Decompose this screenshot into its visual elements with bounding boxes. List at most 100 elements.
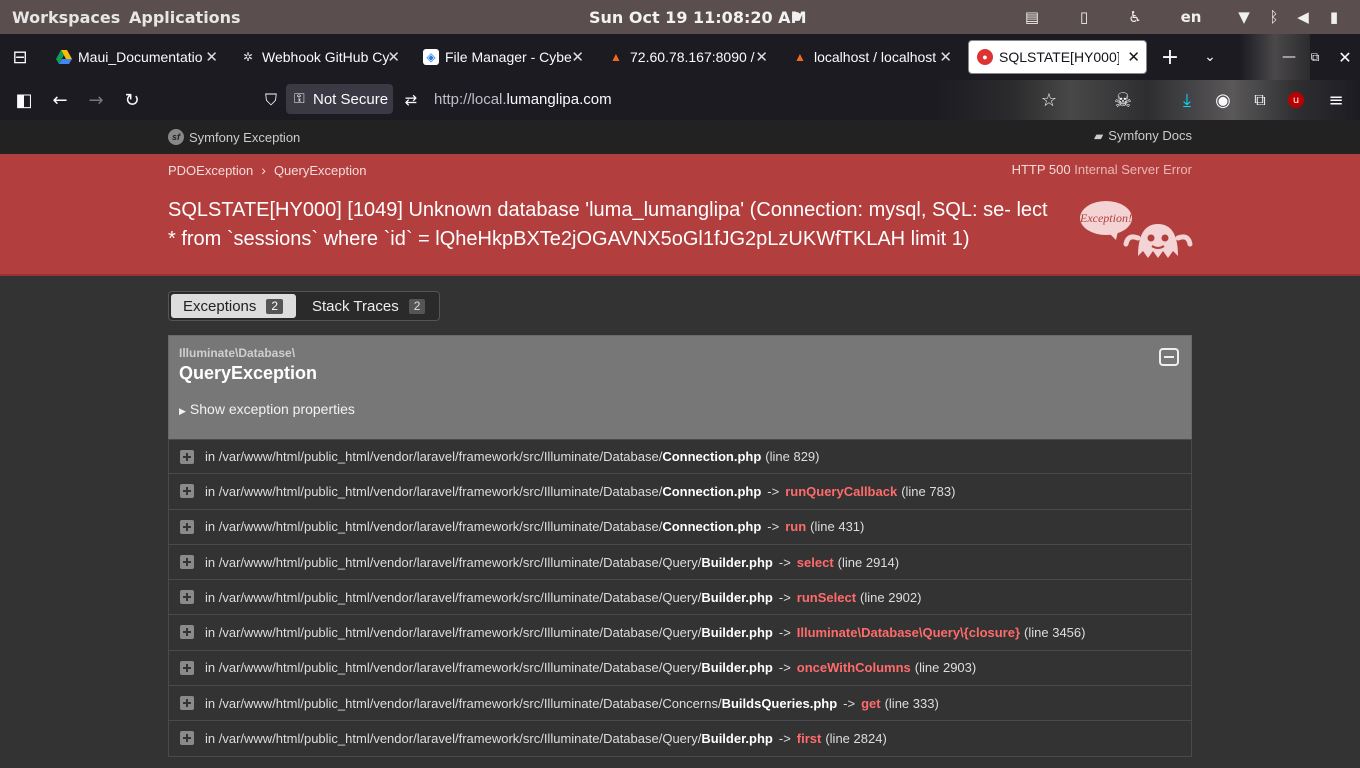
symfony-header: sf Symfony Exception ▰ Symfony Docs bbox=[0, 120, 1360, 154]
trace-row[interactable]: in /var/www/html/public_html/vendor/lara… bbox=[168, 509, 1192, 545]
clipboard-icon[interactable]: ▯ bbox=[1074, 6, 1094, 28]
list-tabs-chevron-down-icon[interactable]: ⌄ bbox=[1199, 46, 1221, 68]
sidebar-toggle-icon[interactable]: ◧ bbox=[13, 89, 35, 111]
tab-phpmyadmin[interactable]: ▲ localhost / localhost ✕ bbox=[792, 40, 954, 74]
language-indicator[interactable]: en bbox=[1179, 6, 1203, 28]
exception-namespace: Illuminate\Database\ bbox=[179, 346, 296, 360]
trace-line: (line 431) bbox=[810, 519, 865, 535]
expand-plus-icon[interactable] bbox=[180, 660, 194, 675]
exception-trace-header: Illuminate\Database\ QueryException ▶ Sho… bbox=[168, 335, 1192, 439]
close-tab-icon[interactable]: ✕ bbox=[387, 48, 400, 66]
new-tab-icon[interactable]: + bbox=[1159, 45, 1181, 70]
http-status: HTTP 500 Internal Server Error bbox=[1011, 162, 1192, 177]
stack-trace-list: in /var/www/html/public_html/vendor/lara… bbox=[168, 439, 1192, 757]
workspaces-menu[interactable]: Workspaces bbox=[12, 8, 120, 27]
trace-row[interactable]: in /var/www/html/public_html/vendor/lara… bbox=[168, 686, 1192, 722]
symfony-ghost-icon: ● bbox=[977, 49, 993, 65]
trace-line: (line 829) bbox=[765, 449, 820, 465]
trace-row[interactable]: in /var/www/html/public_html/vendor/lara… bbox=[168, 474, 1192, 510]
phpmyadmin-icon: ▲ bbox=[794, 50, 806, 64]
expand-plus-icon[interactable] bbox=[180, 696, 194, 711]
minimize-window-icon[interactable]: — bbox=[1278, 46, 1300, 68]
breadcrumb-item: PDOException bbox=[168, 162, 254, 178]
trace-file: Builder.php bbox=[701, 660, 773, 676]
reload-icon[interactable]: ↻ bbox=[121, 89, 143, 111]
tab-exceptions[interactable]: Exceptions 2 bbox=[171, 294, 296, 318]
exception-class: QueryException bbox=[179, 363, 318, 383]
tab-webhook-github[interactable]: ✲ Webhook GitHub Cy ✕ bbox=[240, 40, 402, 74]
cyberpanel-icon: ▲ bbox=[610, 50, 622, 64]
trace-path: in /var/www/html/public_html/vendor/lara… bbox=[205, 554, 702, 570]
notification-dot-icon bbox=[792, 12, 801, 21]
close-tab-icon[interactable]: ✕ bbox=[1127, 48, 1140, 66]
trace-file: Builder.php bbox=[701, 731, 773, 747]
screen-icon[interactable]: ▤ bbox=[1022, 6, 1042, 28]
permissions-icon[interactable]: ⇄ bbox=[400, 89, 422, 111]
trace-line: (line 3456) bbox=[1024, 625, 1086, 641]
trace-text: in /var/www/html/public_html/vendor/lara… bbox=[205, 696, 939, 711]
battery-icon[interactable]: ▮ bbox=[1324, 6, 1344, 28]
close-tab-icon[interactable]: ✕ bbox=[571, 48, 584, 66]
exception-ghost-icon: Exception! bbox=[1079, 201, 1193, 258]
trace-path: in /var/www/html/public_html/vendor/lara… bbox=[205, 695, 722, 711]
trace-row[interactable]: in /var/www/html/public_html/vendor/lara… bbox=[168, 615, 1192, 651]
expand-plus-icon[interactable] bbox=[180, 731, 194, 746]
trace-row[interactable]: in /var/www/html/public_html/vendor/lara… bbox=[168, 721, 1192, 757]
not-secure-indicator[interactable]: ⚿ Not Secure bbox=[286, 84, 393, 114]
exception-content: Exceptions 2 Stack Traces 2 Illuminate\D… bbox=[0, 276, 1360, 768]
tab-cyberpanel-ip[interactable]: ▲ 72.60.78.167:8090 / ✕ bbox=[608, 40, 770, 74]
clock[interactable]: Sun Oct 19 11:08:20 AM bbox=[589, 8, 806, 27]
forward-arrow-icon[interactable]: → bbox=[85, 89, 107, 111]
expand-plus-icon[interactable] bbox=[180, 519, 194, 534]
account-icon[interactable]: ◉ bbox=[1212, 89, 1234, 111]
back-arrow-icon[interactable]: ← bbox=[49, 89, 71, 111]
expand-plus-icon[interactable] bbox=[180, 450, 194, 464]
expand-plus-icon[interactable] bbox=[180, 554, 194, 569]
trace-row[interactable]: in /var/www/html/public_html/vendor/lara… bbox=[168, 544, 1192, 581]
chevron-right-icon: › bbox=[261, 162, 266, 178]
expand-plus-icon[interactable] bbox=[180, 625, 194, 640]
collapse-icon[interactable] bbox=[1159, 348, 1179, 366]
arrow-icon: -> bbox=[778, 625, 791, 641]
downloads-icon[interactable]: ⤓ bbox=[1176, 89, 1198, 111]
disclosure-triangle-icon: ▶ bbox=[179, 406, 186, 416]
bookmark-star-icon[interactable]: ☆ bbox=[1038, 89, 1060, 111]
close-tab-icon[interactable]: ✕ bbox=[939, 48, 952, 66]
show-exception-properties[interactable]: ▶ Show exception properties bbox=[179, 401, 355, 417]
close-tab-icon[interactable]: ✕ bbox=[205, 48, 218, 66]
expand-plus-icon[interactable] bbox=[180, 590, 194, 605]
extensions-icon[interactable]: ⧉ bbox=[1249, 89, 1271, 111]
trace-row[interactable]: in /var/www/html/public_html/vendor/lara… bbox=[168, 439, 1192, 475]
ublock-icon[interactable]: u bbox=[1288, 92, 1304, 108]
breadcrumb: PDOException › QueryException bbox=[168, 162, 366, 178]
tab-stack-traces[interactable]: Stack Traces 2 bbox=[300, 294, 437, 318]
wifi-icon[interactable]: ▼ bbox=[1234, 6, 1254, 28]
expand-plus-icon[interactable] bbox=[180, 484, 194, 499]
close-window-icon[interactable]: ✕ bbox=[1334, 46, 1356, 68]
trace-text: in /var/www/html/public_html/vendor/lara… bbox=[205, 625, 1085, 640]
trace-row[interactable]: in /var/www/html/public_html/vendor/lara… bbox=[168, 580, 1192, 616]
restore-window-icon[interactable]: ⧉ bbox=[1304, 46, 1326, 68]
tab-maui-documentation[interactable]: Maui_Documentatio ✕ bbox=[56, 40, 220, 74]
trace-row[interactable]: in /var/www/html/public_html/vendor/lara… bbox=[168, 650, 1192, 687]
trace-file: Builder.php bbox=[701, 589, 773, 605]
close-tab-icon[interactable]: ✕ bbox=[755, 48, 768, 66]
book-icon: ▰ bbox=[1093, 128, 1104, 143]
symfony-docs-link[interactable]: ▰ Symfony Docs bbox=[1094, 128, 1192, 143]
trace-file: Builder.php bbox=[701, 554, 773, 570]
volume-icon[interactable]: ◀ bbox=[1293, 6, 1313, 28]
bluetooth-icon[interactable]: ᛒ bbox=[1264, 6, 1284, 28]
tab-file-manager[interactable]: ◈ File Manager - Cybe ✕ bbox=[423, 40, 586, 74]
count-badge: 2 bbox=[266, 298, 284, 314]
trace-path: in /var/www/html/public_html/vendor/lara… bbox=[205, 519, 663, 535]
trace-line: (line 2902) bbox=[860, 589, 922, 605]
firefox-view-icon[interactable]: ⊟ bbox=[9, 46, 31, 68]
shield-icon[interactable]: ⛉ bbox=[260, 89, 282, 111]
accessibility-icon[interactable]: ♿ bbox=[1125, 6, 1145, 28]
symfony-logo-icon: sf bbox=[168, 129, 184, 145]
menu-hamburger-icon[interactable]: ≡ bbox=[1325, 89, 1347, 111]
tab-sqlstate-active[interactable]: ● SQLSTATE[HY000] ✕ bbox=[968, 40, 1147, 74]
trace-file: Connection.php bbox=[662, 519, 762, 535]
url-bar[interactable]: http://local.lumanglipa.com bbox=[434, 91, 612, 108]
applications-menu[interactable]: Applications bbox=[129, 8, 241, 27]
